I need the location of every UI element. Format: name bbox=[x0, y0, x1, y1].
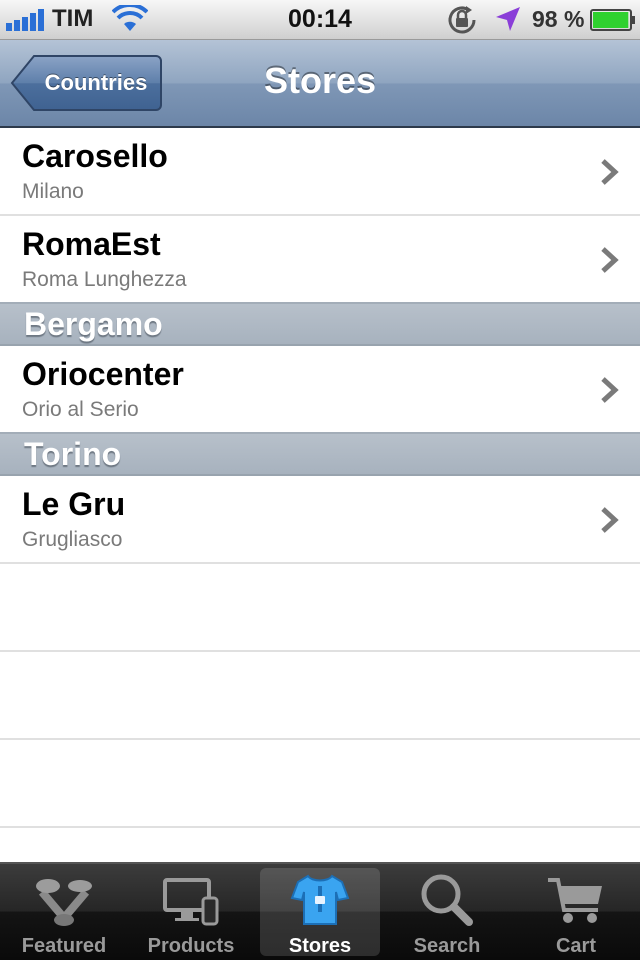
chevron-right-icon bbox=[601, 247, 619, 273]
tab-products[interactable]: Products bbox=[131, 868, 251, 957]
empty-row bbox=[0, 652, 640, 740]
products-icon bbox=[163, 878, 219, 926]
tab-bar: Featured Products Stores Search Cart bbox=[0, 862, 640, 960]
empty-row bbox=[0, 564, 640, 652]
tab-featured[interactable]: Featured bbox=[4, 868, 124, 957]
store-name: Le Gru bbox=[22, 486, 126, 522]
list-item-store[interactable]: Oriocenter Orio al Serio bbox=[0, 346, 640, 434]
stores-list: Carosello Milano RomaEst Roma Lunghezza … bbox=[0, 128, 640, 862]
list-item-store[interactable]: Le Gru Grugliasco bbox=[0, 476, 640, 564]
empty-row bbox=[0, 740, 640, 828]
store-city: Milano bbox=[22, 180, 84, 203]
battery-icon bbox=[590, 9, 635, 31]
search-icon bbox=[421, 874, 473, 926]
page-title: Stores bbox=[263, 60, 377, 101]
tab-label: Stores bbox=[288, 935, 352, 957]
section-header-bergamo: Bergamo bbox=[0, 302, 640, 346]
back-button-label: Countries bbox=[44, 70, 148, 95]
store-name: Oriocenter bbox=[22, 356, 184, 392]
stores-icon bbox=[290, 874, 350, 925]
section-header-torino: Torino bbox=[0, 432, 640, 476]
navigation-bar: Countries Stores bbox=[0, 40, 640, 128]
tab-search[interactable]: Search bbox=[387, 868, 507, 957]
tab-cart[interactable]: Cart bbox=[516, 868, 636, 957]
cart-icon bbox=[548, 878, 602, 923]
list-item-store[interactable]: Carosello Milano bbox=[0, 128, 640, 216]
chevron-right-icon bbox=[601, 159, 619, 185]
store-city: Grugliasco bbox=[22, 528, 123, 551]
list-item-store[interactable]: RomaEst Roma Lunghezza bbox=[0, 216, 640, 304]
section-title: Torino bbox=[24, 436, 122, 472]
store-city: Orio al Serio bbox=[22, 398, 139, 421]
battery-percent: 98 % bbox=[532, 6, 585, 32]
orientation-lock-icon bbox=[448, 6, 476, 34]
chevron-right-icon bbox=[601, 377, 619, 403]
section-title: Bergamo bbox=[24, 306, 163, 342]
status-bar: TIM 00:14 98 % bbox=[0, 0, 640, 40]
tab-label: Search bbox=[413, 935, 481, 957]
store-name: RomaEst bbox=[22, 226, 161, 262]
tab-label: Cart bbox=[555, 935, 596, 957]
tab-label: Products bbox=[147, 935, 235, 957]
tab-stores[interactable]: Stores bbox=[260, 868, 380, 957]
store-city: Roma Lunghezza bbox=[22, 268, 187, 291]
tab-label: Featured bbox=[21, 935, 107, 957]
back-button-countries[interactable]: Countries bbox=[10, 54, 162, 112]
chevron-right-icon bbox=[601, 507, 619, 533]
location-arrow-icon bbox=[496, 7, 520, 31]
featured-icon bbox=[36, 879, 92, 926]
store-name: Carosello bbox=[22, 138, 168, 174]
